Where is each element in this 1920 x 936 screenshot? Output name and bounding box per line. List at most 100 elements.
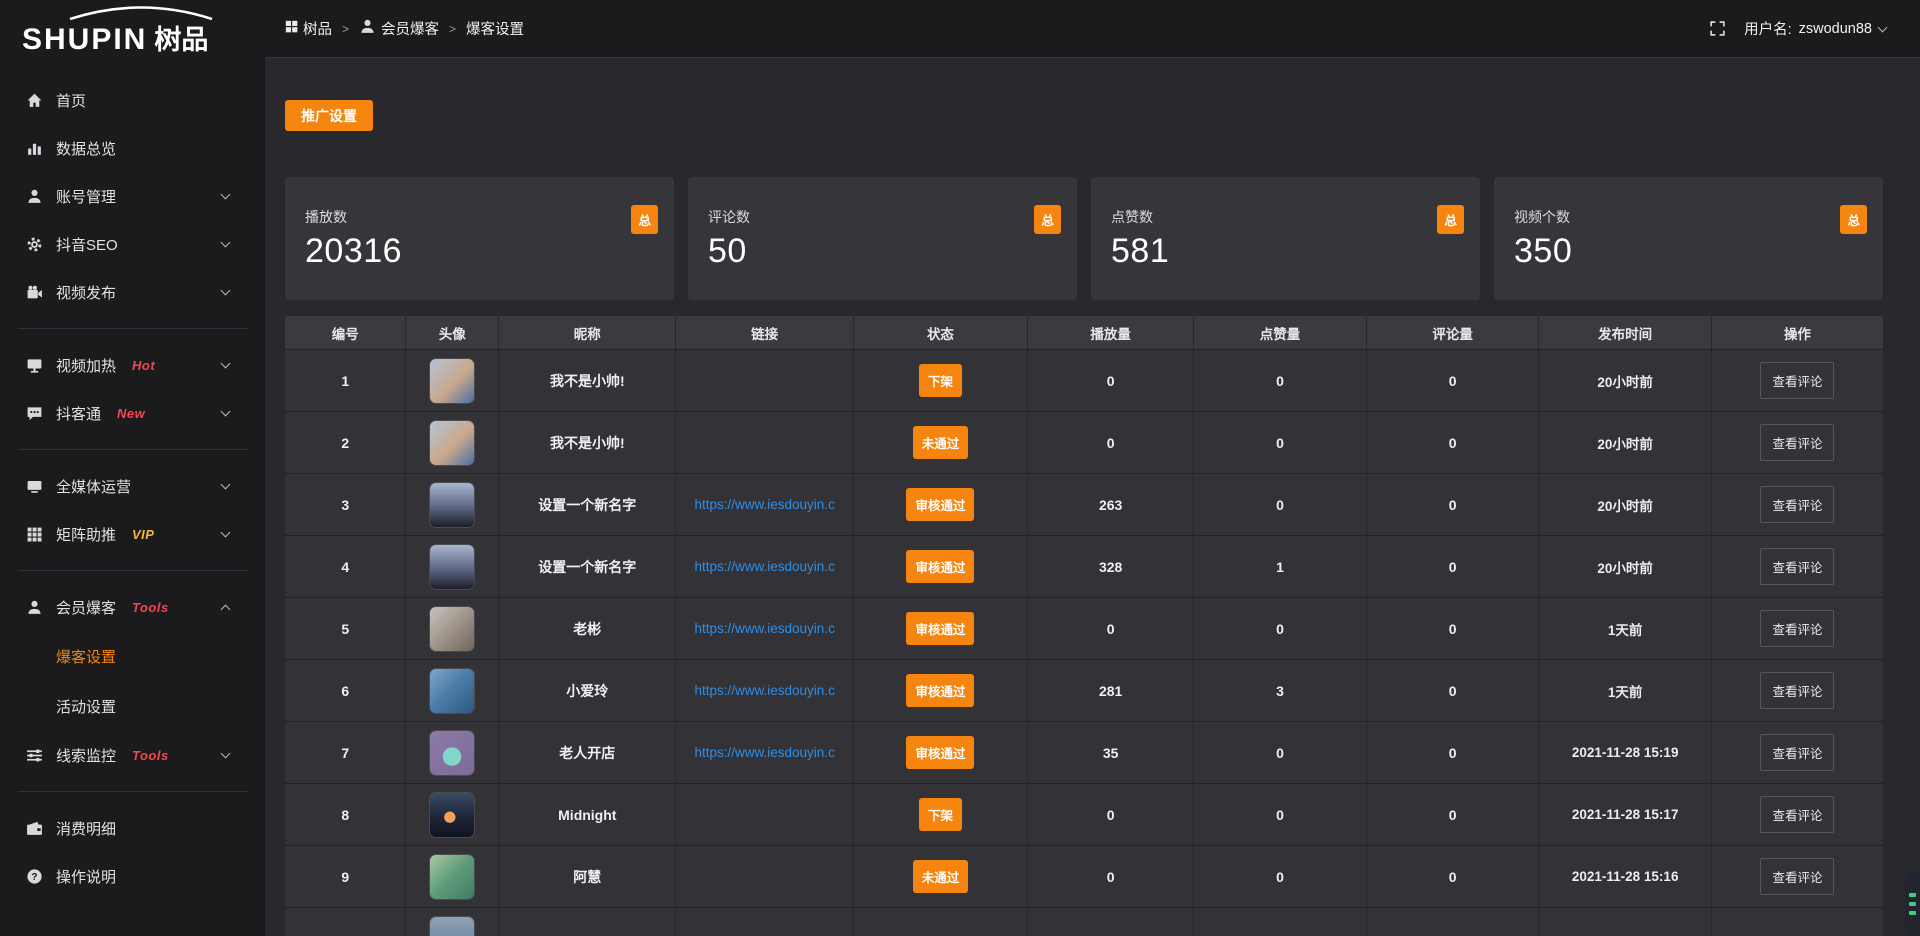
column-header: 编号: [285, 316, 406, 349]
sidebar-item-会员爆客[interactable]: 会员爆客 Tools: [0, 583, 265, 631]
video-link[interactable]: https://www.iesdouyin.c: [695, 497, 835, 512]
view-comments-button[interactable]: 查看评论: [1760, 486, 1834, 523]
view-comments-button[interactable]: 查看评论: [1760, 858, 1834, 895]
stat-card: 评论数 50 总: [688, 177, 1077, 300]
stat-value: 20316: [305, 232, 658, 271]
breadcrumb-label: 爆客设置: [466, 18, 524, 39]
sidebar-item-消费明细[interactable]: 消费明细: [0, 804, 265, 852]
sidebar-item-视频发布[interactable]: 视频发布: [0, 268, 265, 316]
sidebar-item-全媒体运营[interactable]: 全媒体运营: [0, 462, 265, 510]
breadcrumb-item[interactable]: 爆客设置: [466, 18, 524, 39]
likes-count: 0: [1276, 497, 1284, 513]
svg-text:?: ?: [31, 872, 37, 883]
video-link[interactable]: https://www.iesdouyin.c: [695, 559, 835, 574]
stat-card: 点赞数 581 总: [1091, 177, 1480, 300]
sidebar-item-视频加热[interactable]: 视频加热 Hot: [0, 341, 265, 389]
view-comments-button[interactable]: 查看评论: [1760, 734, 1834, 771]
comments-count: 0: [1449, 807, 1457, 823]
chevron-down-icon: [221, 238, 231, 248]
logo-arc-icon: [66, 5, 216, 20]
stat-card: 播放数 20316 总: [285, 177, 674, 300]
username: zswodun88: [1799, 21, 1872, 37]
view-comments-button[interactable]: 查看评论: [1760, 424, 1834, 461]
stat-total-badge: 总: [1840, 205, 1867, 234]
sidebar-item-label: 消费明细: [56, 818, 116, 839]
sidebar-item-tag: Tools: [132, 748, 169, 763]
nickname: 老人开店: [559, 743, 615, 763]
row-id: 8: [341, 807, 349, 823]
user-menu[interactable]: 用户名: zswodun88: [1744, 18, 1886, 39]
comments-count: 0: [1449, 745, 1457, 761]
member-icon: [25, 599, 43, 616]
video-link[interactable]: https://www.iesdouyin.c: [695, 621, 835, 636]
sidebar-item-矩阵助推[interactable]: 矩阵助推 VIP: [0, 510, 265, 558]
chevron-down-icon: [221, 480, 231, 490]
comments-count: 0: [1449, 683, 1457, 699]
column-header: 发布时间: [1539, 316, 1712, 349]
sidebar-item-数据总览[interactable]: 数据总览: [0, 124, 265, 172]
breadcrumb-item[interactable]: 会员爆客: [359, 18, 439, 39]
publish-time: 20小时前: [1597, 433, 1653, 453]
stat-label: 视频个数: [1514, 207, 1867, 227]
view-comments-button[interactable]: 查看评论: [1760, 610, 1834, 647]
sidebar-item-操作说明[interactable]: ? 操作说明: [0, 852, 265, 900]
view-comments-button[interactable]: 查看评论: [1760, 796, 1834, 833]
nickname: 我不是小帅!: [550, 371, 625, 391]
breadcrumb-separator: >: [449, 22, 456, 36]
breadcrumb-item[interactable]: 树品: [285, 18, 332, 39]
view-comments-button[interactable]: 查看评论: [1760, 362, 1834, 399]
nickname: 我不是小帅!: [550, 433, 625, 453]
chevron-down-icon: [221, 190, 231, 200]
sidebar-item-首页[interactable]: 首页: [0, 76, 265, 124]
breadcrumb: 树品 > 会员爆客 > 爆客设置: [285, 18, 524, 39]
column-header: 操作: [1712, 316, 1883, 349]
sidebar-item-label: 视频加热: [56, 355, 116, 376]
sidebar-item-抖音SEO[interactable]: 抖音SEO: [0, 220, 265, 268]
likes-count: 0: [1276, 807, 1284, 823]
plays-count: 0: [1107, 807, 1115, 823]
status-badge: 审核通过: [906, 550, 974, 583]
nickname: 设置一个新名字: [538, 557, 636, 577]
table-row: 9 阿慧 未通过 0 0 0 2021-11-28 15:16 查看评论: [285, 845, 1883, 907]
status-badge: 审核通过: [906, 736, 974, 769]
view-comments-button[interactable]: 查看评论: [1760, 672, 1834, 709]
publish-time: 20小时前: [1597, 557, 1653, 577]
home-icon: [25, 92, 43, 109]
topbar-right: 用户名: zswodun88: [1709, 18, 1886, 39]
video-link[interactable]: https://www.iesdouyin.c: [695, 683, 835, 698]
promo-settings-button[interactable]: 推广设置: [285, 100, 373, 131]
sidebar-item-label: 数据总览: [56, 138, 116, 159]
user-icon: [25, 188, 43, 205]
row-id: 7: [341, 745, 349, 761]
comments-count: 0: [1449, 621, 1457, 637]
sliders-icon: [25, 747, 43, 764]
sidebar-item-账号管理[interactable]: 账号管理: [0, 172, 265, 220]
sidebar-subitem-爆客设置[interactable]: 爆客设置: [0, 631, 265, 681]
breadcrumb-label: 会员爆客: [381, 18, 439, 39]
sidebar-subitem-活动设置[interactable]: 活动设置: [0, 681, 265, 731]
status-badge: 审核通过: [906, 612, 974, 645]
likes-count: 0: [1276, 745, 1284, 761]
floating-widget[interactable]: [1905, 872, 1920, 936]
view-comments-button[interactable]: 查看评论: [1760, 548, 1834, 585]
table-row: 4 设置一个新名字 https://www.iesdouyin.c 审核通过 3…: [285, 535, 1883, 597]
column-header: 链接: [676, 316, 853, 349]
gear-icon: [25, 236, 43, 253]
comments-count: 0: [1449, 373, 1457, 389]
column-header: 状态: [854, 316, 1028, 349]
sidebar-item-抖客通[interactable]: 抖客通 New: [0, 389, 265, 437]
avatar: [430, 917, 474, 936]
chevron-down-icon: [221, 749, 231, 759]
publish-time: 2021-11-28 15:17: [1572, 807, 1679, 822]
monitor-icon: [25, 478, 43, 495]
sidebar-divider: [18, 449, 247, 450]
breadcrumb-separator: >: [342, 22, 349, 36]
video-link[interactable]: https://www.iesdouyin.c: [695, 745, 835, 760]
avatar: [430, 359, 474, 403]
table-row: 3 设置一个新名字 https://www.iesdouyin.c 审核通过 2…: [285, 473, 1883, 535]
sidebar-item-线索监控[interactable]: 线索监控 Tools: [0, 731, 265, 779]
status-badge: 下架: [919, 364, 962, 397]
topbar: 树品 > 会员爆客 > 爆客设置 用户名: zswodun88: [265, 0, 1920, 58]
publish-time: 20小时前: [1597, 371, 1653, 391]
fullscreen-icon[interactable]: [1709, 20, 1726, 37]
